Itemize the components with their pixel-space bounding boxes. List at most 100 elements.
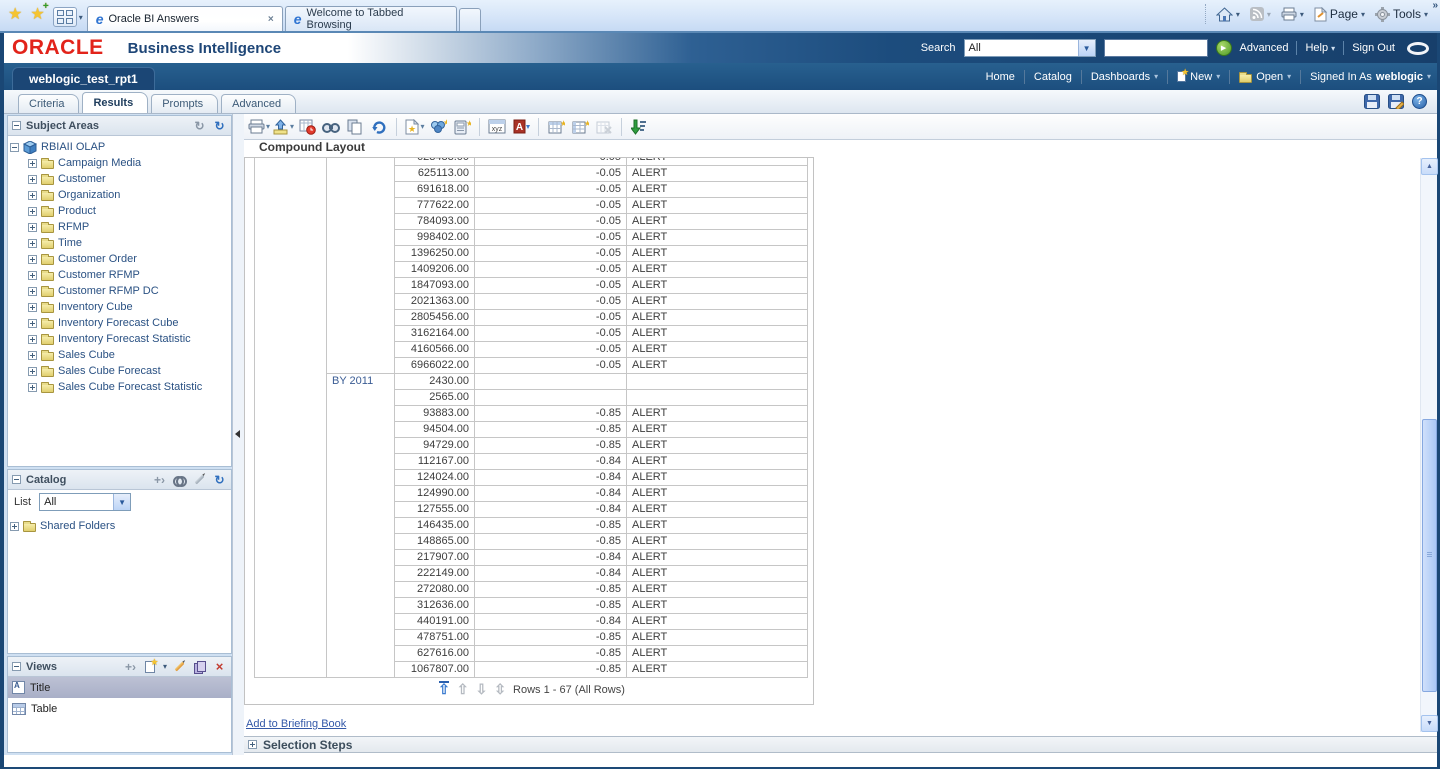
home-button[interactable]: ▾ <box>1216 7 1240 22</box>
tab-list-chevron-icon[interactable]: ▾ <box>79 13 83 22</box>
refresh-catalog-icon[interactable]: ↻ <box>212 473 227 487</box>
remove-view-icon[interactable]: × <box>212 660 227 674</box>
new-calculated-item-button[interactable]: ★ <box>451 116 473 138</box>
catalog-folder[interactable]: Shared Folders <box>10 518 229 534</box>
expand-node-icon[interactable] <box>28 191 37 200</box>
subject-area-folder[interactable]: Customer RFMP DC <box>10 283 229 299</box>
catalog-list-select[interactable]: All▼ <box>39 493 131 511</box>
new-view-icon[interactable]: ★ <box>143 660 158 674</box>
save-button[interactable] <box>1364 94 1380 109</box>
scroll-down-icon[interactable]: ▼ <box>1421 715 1438 732</box>
refresh-button[interactable] <box>368 116 390 138</box>
expand-node-icon[interactable] <box>28 367 37 376</box>
report-tab[interactable]: weblogic_test_rpt1 <box>12 67 155 90</box>
help-menu[interactable]: Help ▾ <box>1305 42 1335 54</box>
subject-area-folder[interactable]: Inventory Cube <box>10 299 229 315</box>
print-button[interactable]: ▾ <box>1281 7 1304 21</box>
subject-area-folder[interactable]: Customer <box>10 171 229 187</box>
collapse-node-icon[interactable] <box>10 143 19 152</box>
expand-node-icon[interactable] <box>28 303 37 312</box>
search-catalog-icon[interactable] <box>172 473 187 487</box>
subject-area-folder[interactable]: Sales Cube Forecast <box>10 363 229 379</box>
browser-tab-welcome[interactable]: e Welcome to Tabbed Browsing <box>285 6 457 31</box>
subject-area-folder[interactable]: Customer Order <box>10 251 229 267</box>
nav-dashboards[interactable]: Dashboards▾ <box>1091 71 1158 83</box>
vertical-scrollbar[interactable]: ▲ ▼ <box>1420 158 1437 732</box>
report-subtab[interactable]: Advanced <box>221 94 296 113</box>
subject-area-folder[interactable]: RFMP <box>10 219 229 235</box>
export-button[interactable]: ▾ <box>272 116 294 138</box>
collapse-panel-icon[interactable] <box>12 121 21 130</box>
add-to-briefing-book-link[interactable]: Add to Briefing Book <box>246 718 346 730</box>
browser-tab-oracle-bi-answers[interactable]: e Oracle BI Answers × <box>87 6 283 31</box>
expand-node-icon[interactable] <box>28 207 37 216</box>
copy-button[interactable] <box>344 116 366 138</box>
reload-metadata-icon[interactable]: ↻ <box>212 119 227 133</box>
expand-node-icon[interactable] <box>28 271 37 280</box>
subject-area-folder[interactable]: Sales Cube Forecast Statistic <box>10 379 229 395</box>
expand-node-icon[interactable] <box>28 383 37 392</box>
expand-node-icon[interactable] <box>28 159 37 168</box>
preview-button[interactable] <box>320 116 342 138</box>
add-favorite-icon[interactable]: ★+ <box>30 4 44 24</box>
search-scope-select[interactable]: All▼ <box>964 39 1096 57</box>
duplicate-view-icon[interactable] <box>192 660 207 674</box>
subject-area-folder[interactable]: Inventory Forecast Cube <box>10 315 229 331</box>
subject-area-folder[interactable]: Organization <box>10 187 229 203</box>
subject-area-folder[interactable]: Campaign Media <box>10 155 229 171</box>
subject-area-folder[interactable]: Product <box>10 203 229 219</box>
collapse-sidebar-icon[interactable] <box>235 430 240 438</box>
new-tab-stub[interactable] <box>459 8 481 31</box>
save-as-button[interactable] <box>1388 94 1404 109</box>
panel-splitter[interactable] <box>232 114 244 755</box>
feeds-button[interactable]: ▾ <box>1250 7 1271 21</box>
close-tab-icon[interactable]: × <box>268 14 274 25</box>
add-view-icon[interactable]: +› <box>123 660 138 674</box>
new-view-button[interactable]: ★ ▾ <box>403 116 425 138</box>
new-pivot-button[interactable]: ★ <box>545 116 567 138</box>
new-group-button[interactable]: ★ <box>427 116 449 138</box>
expand-selection-steps-icon[interactable] <box>248 740 257 749</box>
expand-node-icon[interactable] <box>28 351 37 360</box>
subject-area-folder[interactable]: Sales Cube <box>10 347 229 363</box>
refresh-display-icon[interactable]: ↻ <box>192 119 207 133</box>
favorites-star-icon[interactable]: ★ <box>8 4 22 24</box>
view-list-item[interactable]: Table <box>8 698 231 719</box>
nav-home[interactable]: Home <box>986 71 1015 83</box>
expand-node-icon[interactable] <box>10 522 19 531</box>
report-subtab[interactable]: Prompts <box>151 94 218 113</box>
nav-catalog[interactable]: Catalog <box>1034 71 1072 83</box>
chrome-overflow-icon[interactable]: » <box>1432 0 1438 11</box>
print-button[interactable]: ▾ <box>248 116 270 138</box>
collapse-panel-icon[interactable] <box>12 662 21 671</box>
subject-area-folder[interactable]: Time <box>10 235 229 251</box>
quick-tabs-button[interactable] <box>53 7 77 27</box>
advanced-link[interactable]: Advanced <box>1240 42 1289 54</box>
subject-area-folder[interactable]: Inventory Forecast Statistic <box>10 331 229 347</box>
page-menu[interactable]: Page ▾ <box>1314 7 1365 22</box>
scroll-up-icon[interactable]: ▲ <box>1421 158 1438 175</box>
subject-area-folder[interactable]: Customer RFMP <box>10 267 229 283</box>
signed-in-as[interactable]: Signed In Asweblogic▾ <box>1310 71 1431 83</box>
next-rows-icon[interactable]: ⇩ <box>476 683 488 696</box>
first-rows-icon[interactable]: ⇧ <box>438 683 450 696</box>
tools-menu[interactable]: Tools ▾ <box>1375 7 1428 22</box>
report-subtab[interactable]: Criteria <box>18 94 79 113</box>
new-view-chevron-icon[interactable]: ▾ <box>163 662 167 671</box>
expand-node-icon[interactable] <box>28 175 37 184</box>
edit-catalog-icon[interactable] <box>192 473 207 487</box>
expand-node-icon[interactable] <box>28 335 37 344</box>
edit-view-icon[interactable] <box>172 660 187 674</box>
new-pivot-alt-button[interactable]: ★ <box>569 116 591 138</box>
expand-node-icon[interactable] <box>28 287 37 296</box>
expand-node-icon[interactable] <box>28 255 37 264</box>
schedule-button[interactable] <box>296 116 318 138</box>
sort-button[interactable] <box>628 116 650 138</box>
expand-node-icon[interactable] <box>28 223 37 232</box>
scrollbar-thumb[interactable] <box>1422 419 1437 692</box>
all-rows-icon[interactable]: ⇳ <box>494 683 506 696</box>
view-list-item[interactable]: Title <box>8 677 231 698</box>
sign-out-link[interactable]: Sign Out <box>1352 42 1395 54</box>
search-input[interactable] <box>1104 39 1208 57</box>
selection-steps-bar[interactable]: Selection Steps <box>244 736 1437 753</box>
